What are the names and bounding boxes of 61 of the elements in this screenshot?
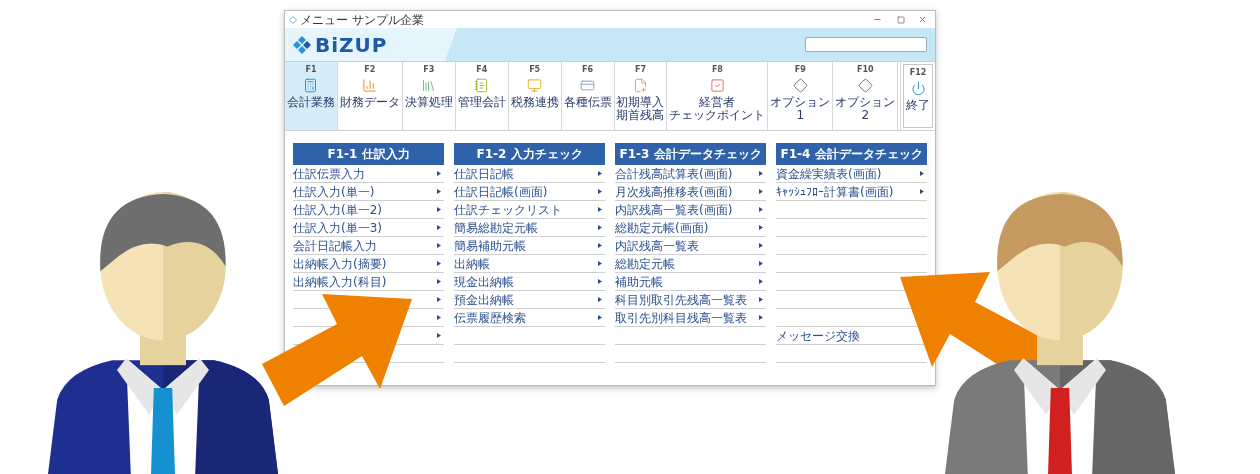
menu-item[interactable]: 出納帳入力(科目) [293,272,387,291]
toolbar-tab[interactable]: F4 管理会計 [455,62,509,130]
toolbar-tab[interactable]: F2 財務データ [337,62,403,130]
menu-item[interactable]: 取引先別科目残高一覧表 [615,308,747,327]
menu-item[interactable]: 補助元帳 [615,272,663,291]
menu-item[interactable]: 仕訳入力(単一2) [293,200,382,219]
books-icon [421,78,437,93]
power-icon [910,81,926,96]
menu-item[interactable]: 簡易総勘定元帳 [454,218,538,237]
checkbox-icon [709,78,725,93]
toolbar-tab[interactable]: F7 初期導入 期首残高 [614,62,668,130]
menu-item[interactable]: 簡易補助元帳 [454,236,526,255]
menu-item[interactable]: 仕訳伝票入力 [293,164,365,183]
toolbar-tab[interactable]: F9 オプション 1 [768,62,834,130]
toolbar-tab[interactable]: F5 税務連携 [508,62,562,130]
toolbar-tab[interactable]: F1 会計業務 [285,62,338,130]
maximize-icon[interactable] [897,15,905,24]
menu-item[interactable]: 会計日記帳入力 [293,236,377,255]
menu-item[interactable]: 資金繰実績表(画面) [776,164,882,183]
menu-item[interactable]: 出納帳 [454,254,490,273]
toolbar-tab[interactable]: F8 経営者 チェックポイント [667,62,769,130]
monitor-icon [527,78,543,93]
toolbar-tab[interactable]: F12 終了 [903,64,934,128]
toolbar-tab[interactable]: F10 オプション 2 [833,62,899,130]
menu-item[interactable]: 総勘定元帳 [615,254,675,273]
app-icon [289,15,297,24]
menu-item[interactable]: 総勘定元帳(画面) [615,218,709,237]
panel-header: F1-4 会計データチェック [776,143,927,165]
panel-header: F1-2 入力チェック [454,143,605,165]
calculator-icon [303,78,319,93]
close-icon[interactable] [918,15,927,24]
menu-item[interactable]: 仕訳チェックリスト [454,200,562,219]
panel-header: F1-1 仕訳入力 [293,143,444,165]
menu-item[interactable]: 現金出納帳 [454,272,514,291]
menu-item[interactable]: メッセージ交換 [776,326,860,345]
bar-chart-icon [362,78,378,93]
menu-item[interactable]: 合計残高試算表(画面) [615,164,733,183]
menu-item[interactable]: ｷｬｯｼｭﾌﾛｰ計算書(画面) [776,182,894,201]
menu-item[interactable]: 出納帳入力(摘要) [293,254,387,273]
menu-item[interactable]: 仕訳日記帳(画面) [454,182,548,201]
card-icon [580,78,596,93]
user-field[interactable] [805,37,927,52]
menu-item[interactable]: 内訳残高一覧表 [615,236,699,255]
diamond-icon [857,78,873,93]
menu-item[interactable]: 伝票履歴検索 [454,308,526,327]
menu-item[interactable]: 預金出納帳 [454,290,514,309]
logo-icon [293,35,311,54]
panel-header: F1-3 会計データチェック [615,143,766,165]
menu-item[interactable]: 内訳残高一覧表(画面) [615,200,733,219]
menu-item[interactable]: 仕訳日記帳 [454,164,514,183]
window-title: メニュー サンプル企業 [300,11,424,29]
menu-item[interactable]: 月次残高推移表(画面) [615,182,733,201]
toolbar-tab[interactable]: F6 各種伝票 [561,62,615,130]
logo-text: BiZUP [315,31,388,59]
notebook-icon [474,78,490,93]
menu-item[interactable]: 仕訳入力(単一3) [293,218,382,237]
menu-item[interactable]: 科目別取引先残高一覧表 [615,290,747,309]
menu-item[interactable]: 仕訳入力(単一) [293,182,375,201]
document-plus-icon [633,78,648,93]
diamond-icon [792,78,808,93]
toolbar-tab[interactable]: F3 決算処理 [402,62,456,130]
